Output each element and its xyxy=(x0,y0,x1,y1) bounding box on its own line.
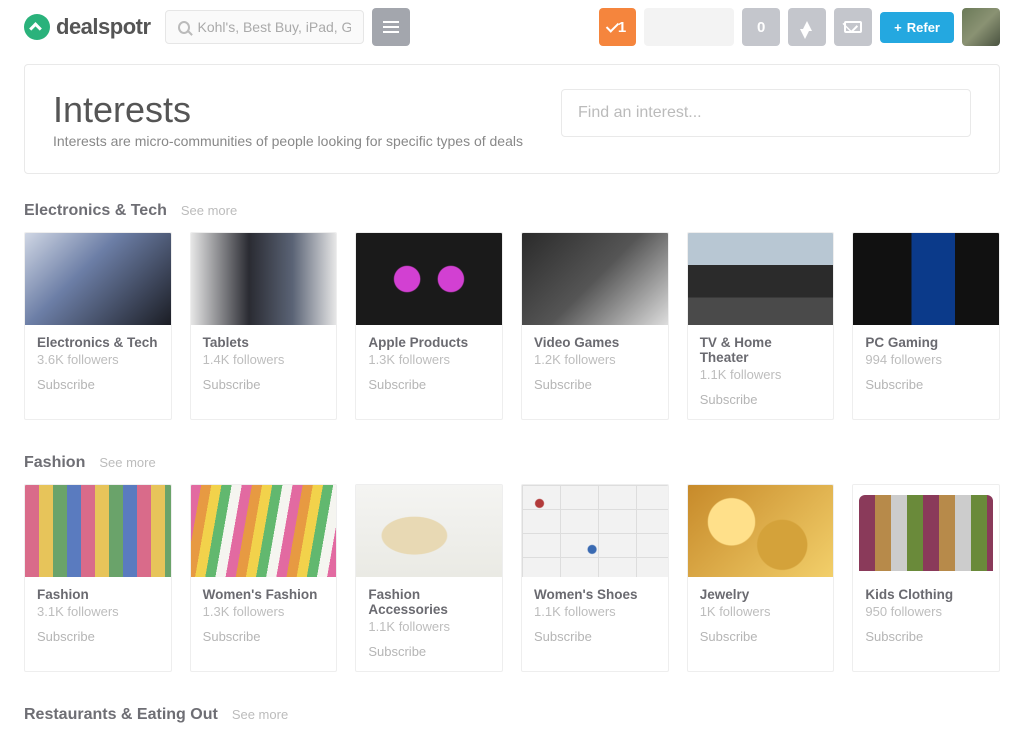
subscribe-link[interactable]: Subscribe xyxy=(534,629,656,644)
interest-card[interactable]: Tablets 1.4K followers Subscribe xyxy=(190,232,338,420)
interest-card[interactable]: TV & Home Theater 1.1K followers Subscri… xyxy=(687,232,835,420)
bolt-icon xyxy=(802,21,812,31)
activity-button[interactable] xyxy=(788,8,826,46)
subscribe-link[interactable]: Subscribe xyxy=(700,392,822,407)
card-title: Women's Fashion xyxy=(203,587,325,602)
card-image xyxy=(25,485,171,577)
header: dealspotr 1 0 + Refer xyxy=(0,0,1024,54)
interest-card[interactable]: Jewelry 1K followers Subscribe xyxy=(687,484,835,672)
card-image xyxy=(853,233,999,325)
person-plus-icon: + xyxy=(894,20,902,35)
see-more-link[interactable]: See more xyxy=(232,707,288,722)
card-followers: 1.4K followers xyxy=(203,352,325,367)
card-image xyxy=(522,485,668,577)
notifications-button[interactable]: 1 xyxy=(599,8,636,46)
menu-button[interactable] xyxy=(372,8,410,46)
card-image xyxy=(191,485,337,577)
card-row: Fashion 3.1K followers Subscribe Women's… xyxy=(24,484,1000,672)
subscribe-link[interactable]: Subscribe xyxy=(203,629,325,644)
subscribe-link[interactable]: Subscribe xyxy=(865,377,987,392)
interest-card[interactable]: Women's Shoes 1.1K followers Subscribe xyxy=(521,484,669,672)
subscribe-link[interactable]: Subscribe xyxy=(37,377,159,392)
card-title: PC Gaming xyxy=(865,335,987,350)
card-title: Video Games xyxy=(534,335,656,350)
card-followers: 1.3K followers xyxy=(203,604,325,619)
section-title: Electronics & Tech xyxy=(24,202,167,220)
interest-search-box[interactable] xyxy=(561,89,971,137)
card-image xyxy=(356,233,502,325)
section-header: Restaurants & Eating Out See more xyxy=(24,706,1000,724)
card-title: TV & Home Theater xyxy=(700,335,822,365)
card-followers: 1.1K followers xyxy=(534,604,656,619)
section-title: Restaurants & Eating Out xyxy=(24,706,218,724)
interest-card[interactable]: PC Gaming 994 followers Subscribe xyxy=(852,232,1000,420)
card-title: Electronics & Tech xyxy=(37,335,159,350)
interest-card[interactable]: Electronics & Tech 3.6K followers Subscr… xyxy=(24,232,172,420)
notification-count: 1 xyxy=(618,19,626,36)
logo[interactable]: dealspotr xyxy=(24,14,151,40)
subscribe-link[interactable]: Subscribe xyxy=(865,629,987,644)
interest-card[interactable]: Fashion Accessories 1.1K followers Subsc… xyxy=(355,484,503,672)
card-image xyxy=(853,485,999,577)
card-title: Jewelry xyxy=(700,587,822,602)
interest-card[interactable]: Women's Fashion 1.3K followers Subscribe xyxy=(190,484,338,672)
card-followers: 1K followers xyxy=(700,604,822,619)
card-title: Kids Clothing xyxy=(865,587,987,602)
search-box[interactable] xyxy=(165,10,364,44)
card-title: Tablets xyxy=(203,335,325,350)
messages-button[interactable] xyxy=(834,8,872,46)
card-title: Fashion Accessories xyxy=(368,587,490,617)
subscribe-link[interactable]: Subscribe xyxy=(700,629,822,644)
search-input[interactable] xyxy=(198,19,351,35)
page-subtitle: Interests are micro-communities of peopl… xyxy=(53,133,531,149)
intro-card: Interests Interests are micro-communitie… xyxy=(24,64,1000,174)
card-followers: 3.6K followers xyxy=(37,352,159,367)
card-image xyxy=(522,233,668,325)
points-button[interactable]: 0 xyxy=(742,8,780,46)
section-header: Electronics & Tech See more xyxy=(24,202,1000,220)
points-value: 0 xyxy=(757,19,765,36)
card-followers: 950 followers xyxy=(865,604,987,619)
subscribe-link[interactable]: Subscribe xyxy=(37,629,159,644)
card-followers: 1.2K followers xyxy=(534,352,656,367)
card-title: Apple Products xyxy=(368,335,490,350)
interest-card[interactable]: Video Games 1.2K followers Subscribe xyxy=(521,232,669,420)
page-title: Interests xyxy=(53,89,531,131)
logo-icon xyxy=(24,14,50,40)
card-followers: 994 followers xyxy=(865,352,987,367)
interest-search-input[interactable] xyxy=(578,104,954,122)
card-image xyxy=(356,485,502,577)
card-image xyxy=(688,485,834,577)
main-container: Interests Interests are micro-communitie… xyxy=(0,54,1024,746)
card-image xyxy=(688,233,834,325)
section-title: Fashion xyxy=(24,454,85,472)
subscribe-link[interactable]: Subscribe xyxy=(368,644,490,659)
section-header: Fashion See more xyxy=(24,454,1000,472)
menu-icon xyxy=(383,21,399,33)
card-row: Electronics & Tech 3.6K followers Subscr… xyxy=(24,232,1000,420)
see-more-link[interactable]: See more xyxy=(181,203,237,218)
brand-name: dealspotr xyxy=(56,14,151,40)
subscribe-link[interactable]: Subscribe xyxy=(534,377,656,392)
refer-label: Refer xyxy=(907,20,940,35)
card-image xyxy=(25,233,171,325)
card-followers: 1.3K followers xyxy=(368,352,490,367)
card-title: Women's Shoes xyxy=(534,587,656,602)
subscribe-link[interactable]: Subscribe xyxy=(368,377,490,392)
envelope-icon xyxy=(844,21,862,33)
card-followers: 1.1K followers xyxy=(368,619,490,634)
search-icon xyxy=(178,21,190,34)
card-title: Fashion xyxy=(37,587,159,602)
interest-card[interactable]: Kids Clothing 950 followers Subscribe xyxy=(852,484,1000,672)
see-more-link[interactable]: See more xyxy=(99,455,155,470)
card-image xyxy=(191,233,337,325)
card-followers: 1.1K followers xyxy=(700,367,822,382)
avatar[interactable] xyxy=(962,8,1000,46)
interest-card[interactable]: Fashion 3.1K followers Subscribe xyxy=(24,484,172,672)
progress-bar[interactable] xyxy=(644,8,734,46)
interest-card[interactable]: Apple Products 1.3K followers Subscribe xyxy=(355,232,503,420)
subscribe-link[interactable]: Subscribe xyxy=(203,377,325,392)
card-followers: 3.1K followers xyxy=(37,604,159,619)
refer-button[interactable]: + Refer xyxy=(880,12,954,43)
